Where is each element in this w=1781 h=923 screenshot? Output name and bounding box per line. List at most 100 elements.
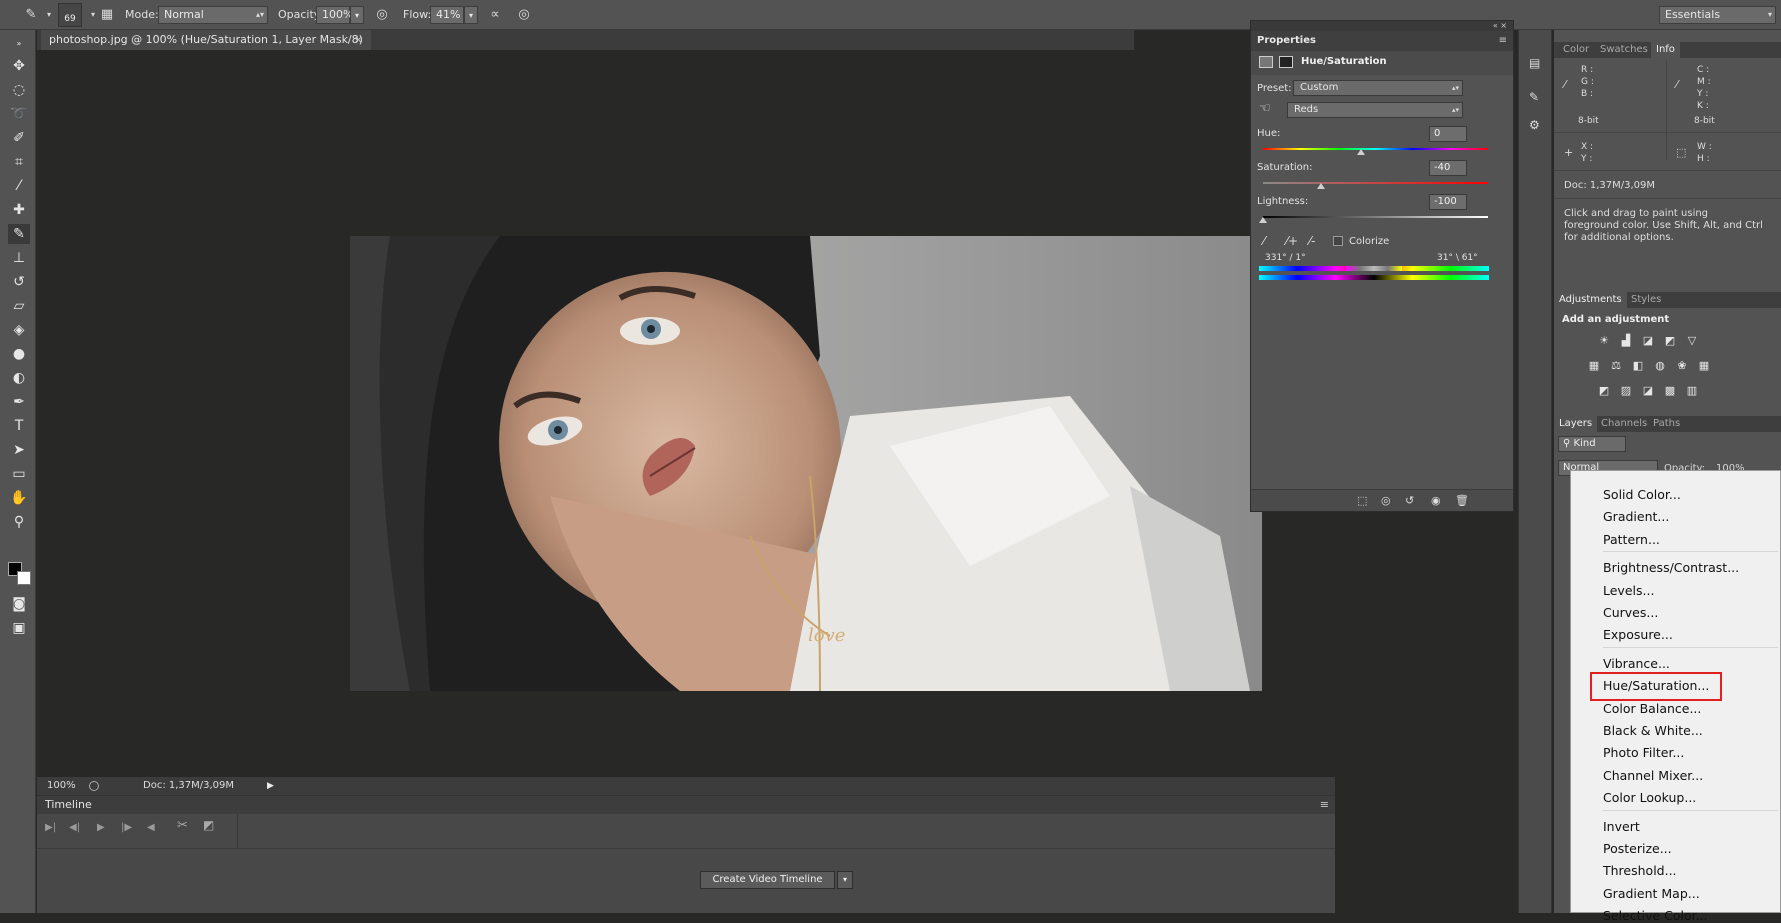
- menu-item-invert[interactable]: Invert: [1603, 819, 1640, 834]
- create-video-timeline-button[interactable]: Create Video Timeline: [700, 871, 835, 889]
- tab-channels[interactable]: Channels: [1596, 416, 1652, 432]
- flow-field[interactable]: 41%: [430, 6, 464, 24]
- panel-collapse-bar[interactable]: « ×: [1251, 21, 1513, 31]
- panel-menu-icon[interactable]: ≡: [1320, 796, 1329, 814]
- levels-icon[interactable]: ▟: [1618, 335, 1634, 347]
- saturation-slider-track[interactable]: [1263, 182, 1488, 184]
- menu-item-channel-mixer[interactable]: Channel Mixer...: [1603, 768, 1703, 783]
- menu-item-black-white[interactable]: Black & White...: [1603, 723, 1703, 738]
- brush-tool-icon[interactable]: ✎: [22, 6, 40, 24]
- eyedropper-subtract-icon[interactable]: ⁄-: [1309, 234, 1315, 248]
- status-share-icon[interactable]: [89, 781, 99, 791]
- tab-adjustments[interactable]: Adjustments: [1554, 292, 1627, 308]
- menu-item-color-lookup[interactable]: Color Lookup...: [1603, 790, 1696, 805]
- status-menu-arrow-icon[interactable]: ▶: [267, 777, 274, 795]
- hue-slider-track[interactable]: [1263, 148, 1488, 150]
- mode-select[interactable]: Normal ▴▾: [158, 6, 268, 24]
- saturation-input[interactable]: -40: [1429, 160, 1467, 176]
- document-tab[interactable]: photoshop.jpg @ 100% (Hue/Saturation 1, …: [41, 30, 371, 66]
- airbrush-icon[interactable]: ∝: [486, 6, 504, 24]
- eraser-tool-icon[interactable]: ▱: [8, 296, 30, 316]
- blur-tool-icon[interactable]: ●: [8, 344, 30, 364]
- gradient-map-icon[interactable]: ▩: [1662, 385, 1678, 397]
- marquee-tool-icon[interactable]: ◌: [8, 80, 30, 100]
- crop-tool-icon[interactable]: ⌗: [8, 152, 30, 172]
- preset-select[interactable]: Custom ▴▾: [1293, 80, 1463, 96]
- quick-selection-tool-icon[interactable]: ✐: [8, 128, 30, 148]
- clip-to-layer-icon[interactable]: ⬚: [1357, 494, 1367, 507]
- brush-presets-icon[interactable]: ✎: [1529, 90, 1539, 104]
- path-selection-tool-icon[interactable]: ➤: [8, 440, 30, 460]
- type-tool-icon[interactable]: T: [8, 416, 30, 436]
- lightness-slider-thumb[interactable]: [1259, 217, 1267, 223]
- tab-layers[interactable]: Layers: [1554, 416, 1598, 432]
- clone-stamp-tool-icon[interactable]: ⊥: [8, 248, 30, 268]
- tab-styles[interactable]: Styles: [1626, 292, 1666, 308]
- exposure-icon[interactable]: ◩: [1662, 335, 1678, 347]
- brush-size-picker[interactable]: 69: [58, 3, 82, 27]
- opacity-dropdown[interactable]: ▾: [350, 6, 364, 24]
- audio-icon[interactable]: ◀: [147, 822, 155, 833]
- brightness-icon[interactable]: ☀: [1596, 335, 1612, 347]
- background-color-swatch[interactable]: [17, 571, 31, 585]
- rectangle-tool-icon[interactable]: ▭: [8, 464, 30, 484]
- filter-kind-select[interactable]: ⚲ Kind: [1558, 436, 1626, 452]
- tab-info[interactable]: Info: [1651, 42, 1680, 58]
- menu-item-selective-color[interactable]: Selective Color...: [1603, 908, 1708, 923]
- black-white-icon[interactable]: ◧: [1630, 360, 1646, 372]
- color-lookup-icon[interactable]: ▦: [1696, 360, 1712, 372]
- play-icon[interactable]: ▶: [97, 822, 105, 833]
- zoom-tool-icon[interactable]: ⚲: [8, 512, 30, 532]
- split-scissors-icon[interactable]: ✂: [177, 818, 188, 833]
- quick-mask-icon[interactable]: ◙: [8, 594, 30, 614]
- menu-item-photo-filter[interactable]: Photo Filter...: [1603, 745, 1684, 760]
- create-timeline-dropdown[interactable]: ▾: [837, 871, 853, 889]
- lightness-input[interactable]: -100: [1429, 194, 1467, 210]
- eyedropper-icon[interactable]: ⁄: [1263, 234, 1265, 248]
- lasso-tool-icon[interactable]: ➰: [8, 104, 30, 124]
- history-panel-icon[interactable]: ▤: [1529, 56, 1540, 70]
- menu-item-levels[interactable]: Levels...: [1603, 583, 1654, 598]
- tab-swatches[interactable]: Swatches: [1595, 42, 1653, 58]
- opacity-field[interactable]: 100%: [316, 6, 353, 24]
- channel-mixer-icon[interactable]: ❀: [1674, 360, 1690, 372]
- menu-item-vibrance[interactable]: Vibrance...: [1603, 656, 1670, 671]
- posterize-icon[interactable]: ▨: [1618, 385, 1634, 397]
- menu-item-gradient-map[interactable]: Gradient Map...: [1603, 886, 1700, 901]
- photo-filter-icon[interactable]: ◍: [1652, 360, 1668, 372]
- threshold-icon[interactable]: ◪: [1640, 385, 1656, 397]
- visibility-eye-icon[interactable]: ◉: [1431, 494, 1441, 507]
- tool-preset-dropdown-icon[interactable]: ▾: [40, 6, 58, 24]
- brush-tool-icon[interactable]: ✎: [8, 224, 30, 244]
- menu-item-curves[interactable]: Curves...: [1603, 605, 1658, 620]
- vibrance-icon[interactable]: ▽: [1684, 335, 1700, 347]
- collapse-arrows-icon[interactable]: »: [8, 34, 30, 54]
- curves-icon[interactable]: ◪: [1640, 335, 1656, 347]
- next-frame-icon[interactable]: |▶: [121, 822, 132, 833]
- hand-tool-icon[interactable]: ✋: [8, 488, 30, 508]
- paint-bucket-tool-icon[interactable]: ◈: [8, 320, 30, 340]
- lightness-slider-track[interactable]: [1263, 216, 1488, 218]
- menu-item-solid-color[interactable]: Solid Color...: [1603, 487, 1681, 502]
- workspace-select[interactable]: Essentials ▾: [1659, 6, 1776, 24]
- document-photo[interactable]: love: [350, 236, 1262, 691]
- delete-trash-icon[interactable]: 🗑: [1455, 494, 1469, 507]
- targeted-adjustment-hand-icon[interactable]: ☜: [1259, 101, 1271, 116]
- tab-paths[interactable]: Paths: [1648, 416, 1685, 432]
- screen-mode-icon[interactable]: ▣: [8, 618, 30, 638]
- invert-icon[interactable]: ◩: [1596, 385, 1612, 397]
- panel-menu-icon[interactable]: ≡: [1499, 31, 1507, 51]
- saturation-slider-thumb[interactable]: [1317, 183, 1325, 189]
- menu-item-posterize[interactable]: Posterize...: [1603, 841, 1672, 856]
- pen-tool-icon[interactable]: ✒: [8, 392, 30, 412]
- hue-slider-thumb[interactable]: [1357, 149, 1365, 155]
- reset-icon[interactable]: ↺: [1405, 494, 1414, 507]
- history-brush-tool-icon[interactable]: ↺: [8, 272, 30, 292]
- menu-item-exposure[interactable]: Exposure...: [1603, 627, 1673, 642]
- menu-item-gradient[interactable]: Gradient...: [1603, 509, 1669, 524]
- eyedropper-add-icon[interactable]: ⁄+: [1286, 234, 1298, 248]
- hue-input[interactable]: 0: [1429, 126, 1467, 142]
- pressure-opacity-icon[interactable]: ◎: [373, 6, 391, 24]
- menu-item-pattern[interactable]: Pattern...: [1603, 532, 1660, 547]
- hue-saturation-icon[interactable]: ▦: [1586, 360, 1602, 372]
